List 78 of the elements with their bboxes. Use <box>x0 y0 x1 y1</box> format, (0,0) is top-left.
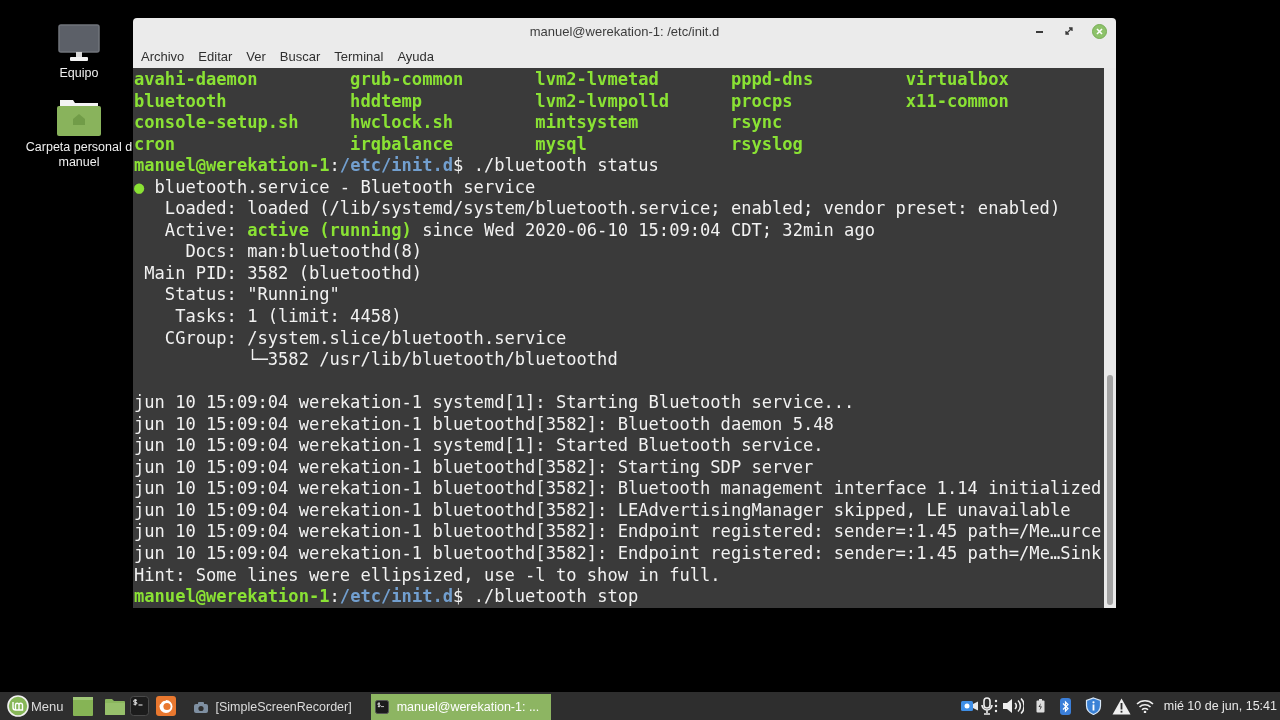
menu-item[interactable]: Archivo <box>134 46 192 66</box>
menu-item[interactable]: Terminal <box>327 46 391 66</box>
monitor-icon[interactable] <box>58 24 100 62</box>
video-camera-icon[interactable] <box>960 700 978 712</box>
icon-label[interactable]: Equipo <box>59 66 99 81</box>
warning-icon[interactable] <box>1111 697 1131 715</box>
menu-item[interactable]: Editar <box>191 46 240 66</box>
icon-label[interactable]: Carpeta personal d manuel <box>24 140 134 170</box>
browser-icon[interactable] <box>155 696 176 716</box>
scrollbar[interactable] <box>1104 68 1116 608</box>
property-value: "Running" <box>247 284 340 306</box>
show-desktop-icon[interactable] <box>72 696 93 716</box>
folder-icon[interactable] <box>104 697 125 715</box>
file-name: virtualbox <box>905 69 1009 91</box>
microphone-icon[interactable] <box>980 697 999 715</box>
hint-text: Hint: Some lines were ellipsized, use -l to show in full. <box>134 564 721 587</box>
file-name: rsync <box>730 112 783 134</box>
property-label: CGroup: <box>164 327 237 350</box>
volume-icon[interactable] <box>1001 697 1024 715</box>
menu-item[interactable]: Ayuda <box>390 46 442 66</box>
command-line: manuel@werekation-1:/etc/init.d$ ./bluetooth status <box>134 155 659 177</box>
journal-line: jun 10 15:09:04 werekation-1 bluetoothd[3582]: LEAdvertisingManager skipped, LE unavailable <box>134 499 1071 522</box>
bluetooth-icon[interactable] <box>1059 697 1071 715</box>
property-label: Loaded: <box>164 198 237 220</box>
menu-item[interactable]: Ver <box>239 46 273 66</box>
file-name: mysql <box>535 133 587 156</box>
file-name: procps <box>730 90 793 113</box>
battery-icon[interactable] <box>1035 699 1045 713</box>
file-name: cron <box>134 133 176 156</box>
unit-title: bluetooth.service - Bluetooth service <box>154 176 536 199</box>
file-name: mintsystem <box>535 112 639 134</box>
property-value: └─3582 /usr/lib/bluetooth/bluetoothd <box>247 349 618 371</box>
menu-button[interactable]: Menu <box>7 694 64 718</box>
property-value: loaded (/lib/systemd/system/bluetooth.service; enabled; vendor preset: enabled) <box>247 198 1061 220</box>
terminal-icon[interactable] <box>129 696 149 716</box>
property-label: Tasks: <box>175 306 237 328</box>
journal-line: jun 10 15:09:04 werekation-1 bluetoothd[3582]: Bluetooth management interface 1.14 initialized <box>134 478 1102 500</box>
camera-icon <box>193 701 208 713</box>
file-name: avahi-daemon <box>134 69 258 91</box>
property-value: /system.slice/bluetooth.service <box>247 327 567 348</box>
file-name: grub-common <box>350 69 464 91</box>
clock[interactable]: mié 10 de jun, 15:41 <box>1163 699 1277 713</box>
property-value: active (running) since Wed 2020-06-10 15:09:04 CDT; 32min ago <box>247 219 875 242</box>
property-label: Main PID: <box>144 262 237 285</box>
journal-line: jun 10 15:09:04 werekation-1 bluetoothd[3582]: Starting SDP server <box>134 456 814 479</box>
file-name: irqbalance <box>350 133 454 156</box>
file-name: hwclock.sh <box>350 112 454 134</box>
journal-line: jun 10 15:09:04 werekation-1 bluetoothd[3582]: Endpoint registered: sender=:1.45 path=/Me…urce <box>134 521 1102 544</box>
property-value: 1 (limit: 4458) <box>247 306 402 328</box>
property-label: Status: <box>164 284 237 306</box>
property-label: Docs: <box>185 241 237 263</box>
file-name: bluetooth <box>134 90 227 113</box>
file-name: lvm2-lvmpolld <box>535 90 670 113</box>
folder-icon[interactable] <box>57 100 101 136</box>
terminal-icon <box>374 700 389 714</box>
property-value: 3582 (bluetoothd) <box>247 262 423 285</box>
command-line: manuel@werekation-1:/etc/init.d$ ./bluetooth stop <box>134 586 639 608</box>
menu-logo-icon <box>7 695 29 717</box>
file-name: rsyslog <box>730 133 803 156</box>
file-name: x11-common <box>905 90 1009 113</box>
file-name: lvm2-lvmetad <box>535 69 659 91</box>
file-name: console-setup.sh <box>134 112 299 134</box>
window-title: manuel@werekation-1: /etc/init.d <box>529 23 720 39</box>
wifi-icon[interactable] <box>1135 699 1154 713</box>
journal-line: jun 10 15:09:04 werekation-1 systemd[1]: Started Bluetooth service. <box>134 435 824 457</box>
menu-item[interactable]: Buscar <box>272 46 328 66</box>
shield-icon[interactable] <box>1084 697 1102 715</box>
journal-line: jun 10 15:09:04 werekation-1 bluetoothd[3582]: Endpoint registered: sender=:1.45 path=/Me…Sink <box>134 543 1102 565</box>
maximize-icon[interactable] <box>1065 27 1073 35</box>
journal-line: jun 10 15:09:04 werekation-1 systemd[1]: Starting Bluetooth service... <box>134 392 855 414</box>
property-value: man:bluetoothd(8) <box>247 241 423 263</box>
property-label: Active: <box>164 219 237 242</box>
journal-line: jun 10 15:09:04 werekation-1 bluetoothd[3582]: Bluetooth daemon 5.48 <box>134 413 834 436</box>
file-name: pppd-dns <box>730 69 814 91</box>
taskbar-button[interactable]: [SimpleScreenRecorder] <box>186 694 360 720</box>
status-dot-icon: ● <box>134 176 145 199</box>
scrollbar-thumb[interactable] <box>1107 375 1113 605</box>
file-name: hddtemp <box>350 90 423 113</box>
